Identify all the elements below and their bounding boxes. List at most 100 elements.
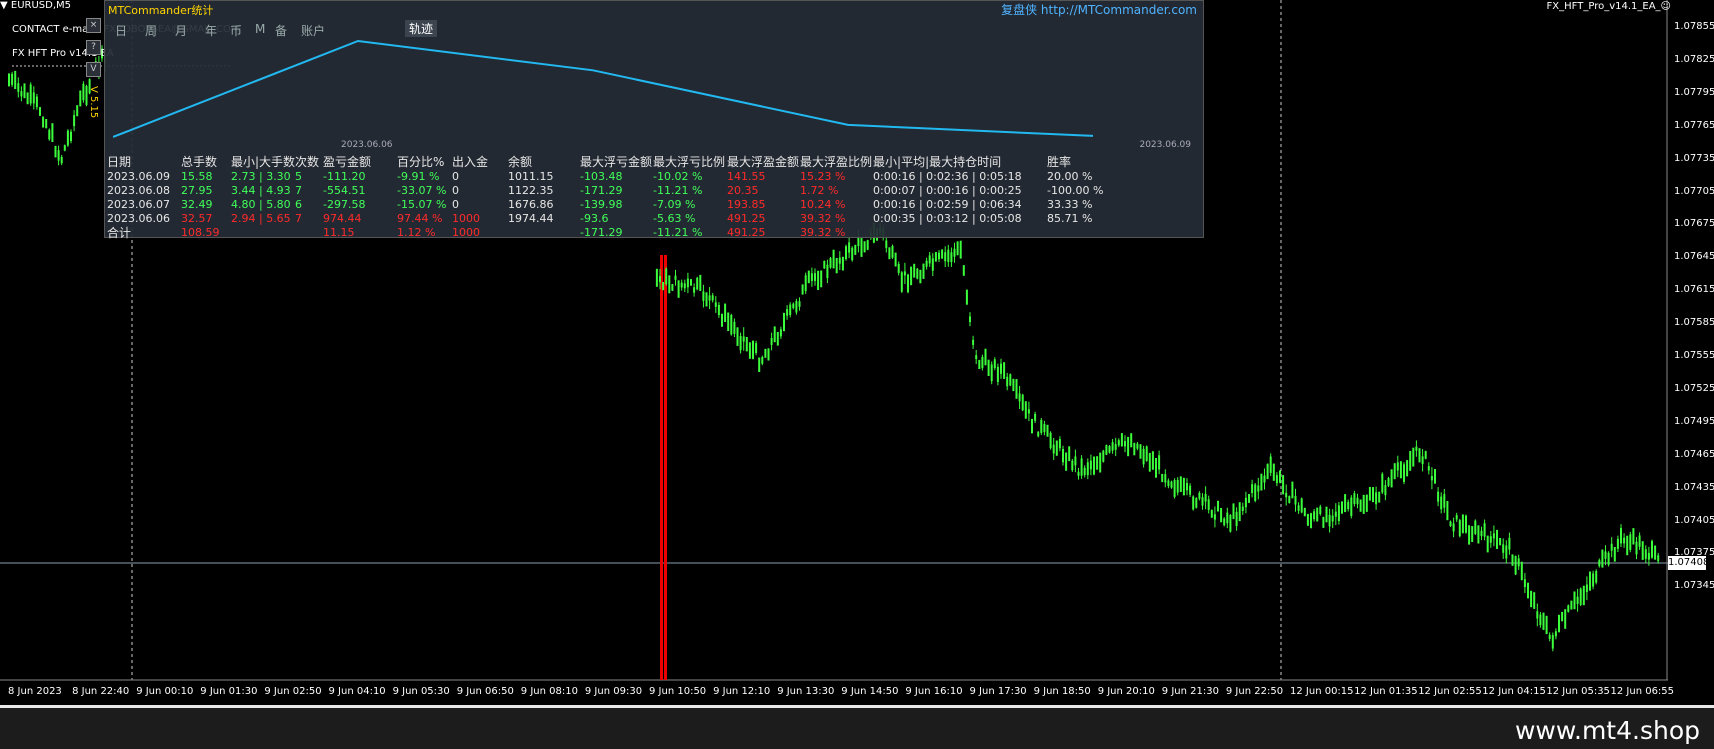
- candle-body: [897, 264, 900, 273]
- candle-body: [1461, 514, 1464, 533]
- candle-body: [1536, 611, 1539, 619]
- total-cell: -11.21 %: [653, 226, 703, 239]
- candle-body: [717, 305, 720, 315]
- candle-body: [1074, 456, 1077, 466]
- time-tick-label: 9 Jun 08:10: [520, 686, 578, 697]
- candle-body: [1638, 535, 1641, 547]
- candle-body: [1133, 442, 1136, 456]
- candle-body: [702, 291, 705, 301]
- candle-body: [804, 275, 807, 292]
- candle-body: [1654, 545, 1657, 560]
- table-cell: 85.71 %: [1047, 212, 1093, 225]
- candle-body: [1322, 516, 1325, 528]
- price-tick-label: 1.07405: [1674, 514, 1714, 526]
- candle-body: [1412, 447, 1415, 467]
- time-tick-label: 8 Jun 2023: [8, 686, 62, 697]
- candle-body: [1483, 523, 1486, 537]
- current-price-label: 1.07408: [1668, 556, 1710, 570]
- column-header: 最大浮亏比例: [653, 155, 726, 169]
- candle-body: [1375, 492, 1378, 505]
- total-cell: 108.59: [181, 226, 220, 239]
- candle-body: [1378, 491, 1381, 503]
- total-cell: [873, 226, 1047, 240]
- table-cell: -554.51: [323, 184, 366, 197]
- candle-body: [1232, 503, 1235, 520]
- help-icon[interactable]: ?: [86, 40, 101, 55]
- candle-body: [1099, 452, 1102, 473]
- candle-body: [1220, 508, 1223, 523]
- table-cell: 193.85: [727, 198, 766, 211]
- price-tick-label: 1.07345: [1674, 580, 1714, 592]
- candle-body: [1006, 376, 1009, 387]
- candle-body: [1502, 544, 1505, 553]
- price-chart[interactable]: ▼ EURUSD,M5 FX_HFT_Pro_v14.1_EA_☺ CONTAC…: [0, 0, 1714, 705]
- candle-body: [764, 348, 767, 358]
- table-cell: 0:00:07 | 0:00:16 | 0:00:25: [873, 184, 1022, 197]
- table-cell: 20.35: [727, 184, 759, 197]
- candle-body: [1068, 446, 1071, 462]
- candle-body: [1186, 483, 1188, 491]
- time-tick-label: 9 Jun 22:50: [1225, 686, 1284, 697]
- candle-body: [928, 255, 931, 264]
- candle-body: [1108, 446, 1111, 453]
- candle-body: [1055, 440, 1058, 456]
- candle-body: [1403, 464, 1405, 482]
- price-tick-label: 1.07855: [1674, 21, 1714, 32]
- candle-body: [1514, 556, 1517, 575]
- candle-body: [1337, 505, 1340, 521]
- candle-body: [1015, 379, 1018, 399]
- candle-body: [801, 284, 804, 295]
- table-cell: -93.6: [580, 212, 609, 225]
- candle-body: [1201, 497, 1204, 506]
- tab-trajectory[interactable]: 轨迹: [405, 20, 438, 37]
- candle-body: [773, 326, 776, 343]
- column-header: 余额: [508, 155, 533, 169]
- collapse-icon[interactable]: V: [86, 62, 101, 77]
- candle-body: [1573, 591, 1576, 610]
- price-tick-label: 1.07495: [1674, 415, 1714, 427]
- candle-body: [1449, 521, 1452, 526]
- total-row: 合计 108.59 11.15 1.12 % 1000 -171.29 -11.21 % 49…: [107, 226, 1109, 240]
- candle-body: [736, 327, 739, 346]
- candle-body: [1316, 507, 1319, 522]
- column-header: 胜率: [1047, 155, 1072, 169]
- candle-body: [1353, 493, 1356, 504]
- tab-magic[interactable]: M: [255, 22, 265, 36]
- price-tick-label: 1.07615: [1674, 284, 1714, 296]
- candle-body: [76, 105, 79, 117]
- candle-body: [823, 261, 826, 269]
- candle-body: [913, 263, 916, 278]
- candle-body: [854, 244, 857, 255]
- candle-body: [708, 295, 711, 301]
- candle-body: [910, 266, 913, 286]
- price-tick-label: 1.07645: [1674, 251, 1714, 263]
- candle-body: [1046, 424, 1049, 437]
- candle-body: [1601, 549, 1604, 568]
- time-tick-label: 12 Jun 05:35: [1546, 686, 1610, 697]
- candle-body: [1217, 500, 1219, 512]
- time-tick-label: 9 Jun 18:50: [1033, 686, 1091, 697]
- table-cell: -100.00 %: [1047, 184, 1104, 197]
- candle-body: [1598, 560, 1601, 566]
- candle-body: [1102, 450, 1105, 462]
- curve-end-date: 2023.06.09: [1139, 140, 1191, 150]
- candle-body: [1620, 528, 1622, 544]
- candle-body: [1189, 485, 1192, 495]
- candle-body: [1641, 541, 1644, 560]
- candle-body: [1437, 491, 1440, 502]
- candle-body: [1161, 473, 1164, 483]
- candle-body: [1387, 478, 1390, 486]
- close-icon[interactable]: ×: [86, 18, 101, 33]
- candle-body: [1527, 582, 1529, 599]
- table-cell: 1.72 %: [800, 184, 839, 197]
- candle-body: [1418, 448, 1421, 463]
- candle-body: [683, 283, 686, 289]
- table-cell: 1000: [452, 212, 481, 225]
- panel-link[interactable]: 复盘侠 http://MTCommander.com: [1001, 1, 1197, 18]
- table-cell: 5: [295, 170, 303, 183]
- candle-body: [1613, 547, 1616, 562]
- candle-body: [1561, 611, 1564, 622]
- symbol-tab[interactable]: ▼ EURUSD,M5: [0, 0, 71, 14]
- candle-body: [1130, 433, 1133, 448]
- equity-line: [113, 39, 1094, 138]
